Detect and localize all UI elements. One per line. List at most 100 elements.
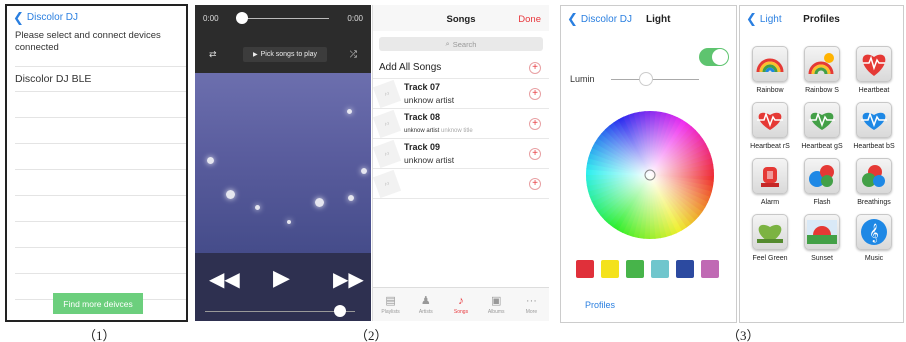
play-icon[interactable]: ▶ <box>273 265 290 291</box>
back-button[interactable]: ❮ Discolor DJ <box>7 6 186 28</box>
tab-label: Playlists <box>381 309 400 315</box>
profile-item[interactable]: Sunset <box>796 214 848 264</box>
profiles-link[interactable]: Profiles <box>585 300 615 310</box>
playlist-icon: ▤ <box>385 295 396 307</box>
artist-icon: ♟ <box>420 295 431 307</box>
add-icon[interactable]: + <box>529 177 541 190</box>
profile-item[interactable]: Heartbeat gS <box>796 102 848 152</box>
profile-item[interactable]: 𝄞 Music <box>848 214 900 264</box>
power-toggle[interactable] <box>699 48 729 66</box>
profile-label: Breathings <box>857 199 891 206</box>
profile-label: Flash <box>813 199 831 206</box>
wheel-center-fade <box>586 111 714 239</box>
rainbow-sun-icon[interactable] <box>804 46 840 82</box>
progress-knob[interactable] <box>235 12 248 24</box>
profile-label: Feel Green <box>752 255 788 262</box>
heartbeat-icon[interactable] <box>856 46 892 82</box>
light-dot <box>226 190 235 199</box>
add-icon[interactable]: + <box>529 61 541 74</box>
song-artwork-placeholder: ♪♪ <box>373 79 402 109</box>
song-title: Track 07 <box>404 82 441 92</box>
pick-songs-button[interactable]: ▶ Pick songs to play <box>243 47 327 62</box>
profiles-grid: Rainbow Rainbow S Heartbeat Heartbeat rS Hea… <box>744 46 901 264</box>
color-swatch[interactable] <box>576 260 594 278</box>
add-icon[interactable]: + <box>529 87 541 100</box>
tab-label: Albums <box>487 309 505 315</box>
rewind-icon[interactable]: ◀◀ <box>209 267 240 292</box>
music-note-icon: ♪ <box>458 294 464 307</box>
song-row[interactable]: ♪♪ Track 07 unknow artist + <box>373 79 549 109</box>
color-wheel[interactable] <box>585 110 715 240</box>
fast-forward-icon[interactable]: ▶▶ <box>333 267 364 292</box>
song-row[interactable]: ♪♪ + <box>373 169 549 199</box>
lumin-slider-track[interactable] <box>611 79 699 80</box>
tab-songs[interactable]: ♪ Songs <box>443 288 478 321</box>
song-title: Track 09 <box>404 142 441 152</box>
player-header: 0:00 0:00 ⇄ ▶ Pick songs to play ⤮ <box>195 5 371 73</box>
back-label[interactable]: Discolor DJ <box>581 14 632 25</box>
music-icon[interactable]: 𝄞 <box>856 214 892 250</box>
add-icon[interactable]: + <box>529 147 541 160</box>
breathing-icon[interactable] <box>856 158 892 194</box>
done-button[interactable]: Done <box>518 14 541 25</box>
chevron-left-icon[interactable]: ❮ <box>567 11 578 27</box>
tab-artists[interactable]: ♟ Artists <box>408 288 443 321</box>
tab-label: More <box>525 308 538 315</box>
color-swatch[interactable] <box>651 260 669 278</box>
song-extra: unknow title <box>441 128 473 134</box>
alarm-icon[interactable] <box>752 158 788 194</box>
song-artwork-placeholder: ♪♪ <box>373 169 402 199</box>
profile-item[interactable]: Heartbeat bS <box>848 102 900 152</box>
profile-item[interactable]: Rainbow <box>744 46 796 96</box>
heartbeat-blue-icon[interactable] <box>856 102 892 138</box>
profile-label: Alarm <box>760 199 780 206</box>
volume-knob[interactable] <box>334 305 346 317</box>
feel-green-icon[interactable] <box>752 214 788 250</box>
back-label[interactable]: Light <box>760 14 782 25</box>
profile-item[interactable]: Breathings <box>848 158 900 208</box>
album-icon: ▣ <box>491 295 502 307</box>
song-row[interactable]: ♪♪ Track 09 unknow artist + <box>373 139 549 169</box>
shuffle-icon[interactable]: ⤮ <box>350 49 357 60</box>
empty-row <box>15 170 186 196</box>
progress-track[interactable] <box>237 18 329 19</box>
rainbow-icon[interactable] <box>752 46 788 82</box>
profile-label: Heartbeat <box>858 87 890 94</box>
device-item[interactable]: Discolor DJ BLE <box>15 66 186 92</box>
lumin-slider-knob[interactable] <box>639 72 654 86</box>
profile-item[interactable]: Rainbow S <box>796 46 848 96</box>
color-swatch[interactable] <box>601 260 619 278</box>
play-small-icon: ▶ <box>252 52 258 58</box>
add-all-songs-row[interactable]: Add All Songs + <box>373 57 549 79</box>
profile-item[interactable]: Alarm <box>744 158 796 208</box>
tab-playlists[interactable]: ▤ Playlists <box>373 288 408 321</box>
search-input[interactable]: ⌕ Search <box>379 37 543 51</box>
color-swatch[interactable] <box>626 260 644 278</box>
light-dot <box>361 168 367 174</box>
caption-2: （2） <box>355 328 388 342</box>
color-swatch[interactable] <box>701 260 719 278</box>
flash-icon[interactable] <box>804 158 840 194</box>
song-row[interactable]: ♪♪ Track 08 unknow artist unknow title + <box>373 109 549 139</box>
color-swatch[interactable] <box>676 260 694 278</box>
light-dot <box>348 195 354 201</box>
profile-item[interactable]: Heartbeat rS <box>744 102 796 152</box>
tab-albums[interactable]: ▣ Albums <box>479 288 514 321</box>
heartbeat-green-icon[interactable] <box>804 102 840 138</box>
device-list-screen: ❮ Discolor DJ Please select and connect … <box>5 4 188 322</box>
repeat-icon[interactable]: ⇄ <box>209 49 217 60</box>
empty-row <box>15 248 186 274</box>
chevron-left-icon[interactable]: ❮ <box>746 11 757 27</box>
profile-item[interactable]: Feel Green <box>744 214 796 264</box>
profile-item[interactable]: Flash <box>796 158 848 208</box>
sunset-icon[interactable] <box>804 214 840 250</box>
tab-more[interactable]: ··· More <box>514 288 549 321</box>
profile-item[interactable]: Heartbeat <box>848 46 900 96</box>
add-icon[interactable]: + <box>529 117 541 130</box>
light-dot <box>207 157 214 164</box>
find-more-devices-button[interactable]: Find more deivces <box>53 293 143 314</box>
back-label: Discolor DJ <box>26 11 79 23</box>
volume-track[interactable] <box>205 311 355 312</box>
light-dot <box>347 109 352 114</box>
heartbeat-red-icon[interactable] <box>752 102 788 138</box>
